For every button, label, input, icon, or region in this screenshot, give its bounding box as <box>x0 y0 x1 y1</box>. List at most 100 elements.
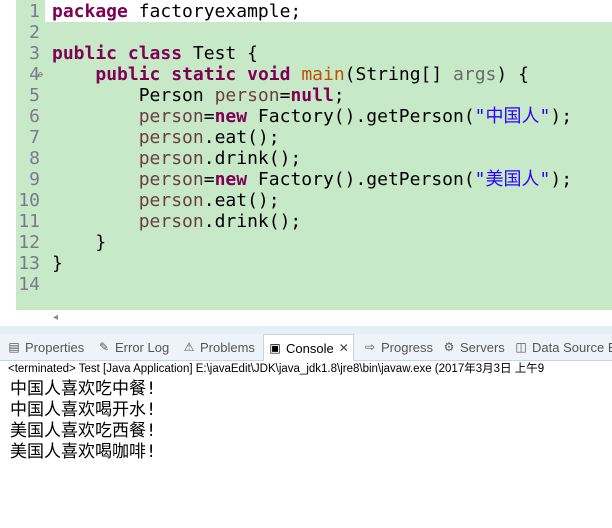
line-number: 9 <box>29 169 40 190</box>
line-number: 12 <box>18 232 40 253</box>
code-token: static <box>171 64 237 85</box>
close-tab-icon[interactable]: ✕ <box>339 341 349 355</box>
line-number: 10 <box>18 190 40 211</box>
line-number: 8 <box>29 148 40 169</box>
line-number: 13 <box>18 253 40 274</box>
tab-label: Problems <box>200 339 255 355</box>
code-token: null <box>290 85 334 106</box>
console-output-line: 美国人喜欢吃西餐! <box>10 421 157 441</box>
progress-icon: ⇨ <box>364 340 376 354</box>
code-token: = <box>279 85 291 106</box>
data-source-icon: ◫ <box>515 340 527 354</box>
code-token: ); <box>550 106 573 127</box>
console-output-line: 美国人喜欢喝咖啡! <box>10 442 157 462</box>
servers-icon: ⚙ <box>443 340 455 354</box>
code-token: .eat(); <box>203 127 280 148</box>
code-token: person <box>138 169 204 190</box>
code-token: (String[] <box>344 64 454 85</box>
code-token: main <box>301 64 345 85</box>
code-token: person <box>138 148 204 169</box>
tab-error-log[interactable]: ✎ Error Log <box>97 334 169 360</box>
code-token: class <box>127 43 183 64</box>
console-output-line: 中国人喜欢喝开水! <box>10 400 157 420</box>
code-token: "中国人" <box>474 106 551 127</box>
collapse-icon[interactable]: ⊖ <box>38 71 46 79</box>
tab-problems[interactable]: ⚠ Problems <box>182 334 255 360</box>
code-text: person=new Factory().getPerson("美国人"); <box>52 169 572 190</box>
code-token: new <box>214 106 248 127</box>
console-icon: ▣ <box>269 341 281 355</box>
code-editor[interactable]: 1 package factoryexample; 2 3 public class T… <box>0 0 612 326</box>
problems-icon: ⚠ <box>183 340 195 354</box>
code-text: person.eat(); <box>52 190 280 211</box>
horizontal-scrollbar[interactable]: ◂ <box>45 310 612 326</box>
code-token: person <box>138 127 204 148</box>
code-text: package factoryexample; <box>52 1 301 22</box>
code-token: .drink(); <box>203 148 302 169</box>
scroll-left-icon[interactable]: ◂ <box>53 312 58 323</box>
code-text: person.eat(); <box>52 127 280 148</box>
tab-label: Console <box>286 340 334 356</box>
line-number: 3 <box>29 43 40 64</box>
tab-console[interactable]: ▣ Console ✕ <box>263 334 354 361</box>
code-token: person <box>138 106 204 127</box>
code-token: } <box>52 232 107 253</box>
line-number: 6 <box>29 106 40 127</box>
code-token: package <box>52 1 128 22</box>
code-text: } <box>52 232 106 253</box>
tab-data-source-e[interactable]: ◫ Data Source E <box>514 334 612 360</box>
code-token: } <box>52 253 63 274</box>
code-text: } <box>52 253 63 274</box>
tab-progress[interactable]: ⇨ Progress <box>363 334 433 360</box>
tab-properties[interactable]: ▤ Properties <box>7 334 84 360</box>
code-token: ); <box>550 169 573 190</box>
code-token: person <box>138 190 204 211</box>
properties-icon: ▤ <box>8 340 20 354</box>
line-number: 1 <box>29 1 40 22</box>
line-number: 5 <box>29 85 40 106</box>
code-token: .drink(); <box>203 211 302 232</box>
code-token: public <box>95 64 161 85</box>
code-token: Factory().getPerson( <box>247 106 475 127</box>
code-token: ) { <box>496 64 529 85</box>
line-number: 2 <box>29 22 40 43</box>
code-text: Person person=null; <box>52 85 345 106</box>
tab-label: Properties <box>25 339 85 355</box>
code-token: void <box>247 64 291 85</box>
code-token: .eat(); <box>203 190 280 211</box>
code-token: = <box>203 169 215 190</box>
tab-label: Error Log <box>115 339 170 355</box>
panel-divider[interactable] <box>0 326 612 334</box>
code-token: ; <box>333 85 345 106</box>
console-output[interactable]: 中国人喜欢吃中餐! 中国人喜欢喝开水! 美国人喜欢吃西餐! 美国人喜欢喝咖啡! <box>10 379 156 463</box>
tab-servers[interactable]: ⚙ Servers <box>442 334 505 360</box>
code-token: public <box>52 43 118 64</box>
tab-label: Data Source E <box>532 339 612 355</box>
code-token: Test { <box>182 43 258 64</box>
console-output-line: 中国人喜欢吃中餐! <box>10 379 157 399</box>
editor-ruler <box>0 0 16 310</box>
code-text: public class Test { <box>52 43 258 64</box>
code-text: public static void main(String[] args) { <box>52 64 529 85</box>
code-token: person <box>138 211 204 232</box>
code-token: = <box>203 106 215 127</box>
tab-label: Progress <box>381 339 434 355</box>
line-number: 7 <box>29 127 40 148</box>
code-token: Person <box>52 85 215 106</box>
code-text: person.drink(); <box>52 148 302 169</box>
line-number: 4 <box>29 64 40 85</box>
code-token: Factory().getPerson( <box>247 169 475 190</box>
code-token: "美国人" <box>474 169 551 190</box>
line-number: 11 <box>18 211 40 232</box>
